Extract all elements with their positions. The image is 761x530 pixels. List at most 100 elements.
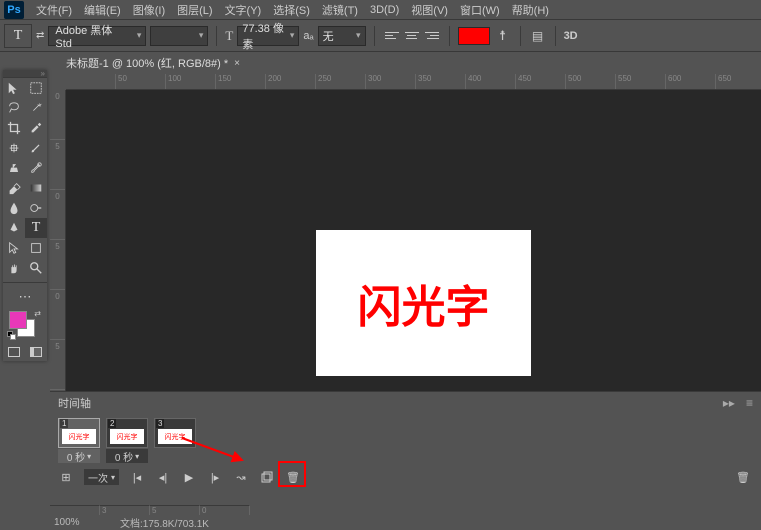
font-size-field[interactable]: 77.38 像素 bbox=[237, 26, 299, 46]
delete-frame-button[interactable]: 🗑 bbox=[285, 469, 301, 485]
panel-trash-icon[interactable]: 🗑 bbox=[735, 469, 751, 485]
swap-colors-icon[interactable]: ⇄ bbox=[34, 309, 41, 318]
loop-select[interactable]: 一次▾ bbox=[84, 469, 119, 485]
divider bbox=[555, 26, 556, 46]
divider bbox=[374, 26, 375, 46]
eraser-tool[interactable] bbox=[3, 178, 25, 198]
path-selection-tool[interactable] bbox=[3, 238, 25, 258]
dodge-tool[interactable] bbox=[25, 198, 47, 218]
divider bbox=[216, 26, 217, 46]
hand-tool[interactable] bbox=[3, 258, 25, 278]
font-family-select[interactable]: Adobe 黑体 Std bbox=[48, 26, 146, 46]
canvas[interactable]: 闪光字 bbox=[316, 230, 531, 376]
text-align-group bbox=[383, 27, 441, 45]
antialias-icon: aₐ bbox=[303, 30, 313, 42]
workspace: 5010015020025030035040045050055060065070… bbox=[50, 74, 761, 391]
quickmask-mode-button[interactable] bbox=[25, 343, 47, 361]
type-tool[interactable]: T bbox=[25, 218, 47, 238]
timeline-frame[interactable]: 3闪光字 bbox=[154, 418, 196, 448]
panel-menu-icon[interactable]: ≡ bbox=[746, 396, 753, 410]
shape-tool[interactable] bbox=[25, 238, 47, 258]
text-color-swatch[interactable] bbox=[458, 27, 490, 45]
next-frame-button[interactable]: |▸ bbox=[207, 469, 223, 485]
eyedropper-tool[interactable] bbox=[25, 118, 47, 138]
menu-filter[interactable]: 滤镜(T) bbox=[316, 0, 364, 20]
frame-thumbnail: 闪光字 bbox=[158, 429, 192, 444]
lasso-tool[interactable] bbox=[3, 98, 25, 118]
status-bar: 100% 文档:175.8K/703.1K bbox=[50, 515, 761, 529]
edit-toolbar-icon[interactable]: ⋯ bbox=[3, 287, 47, 307]
toolbox-collapse-icon[interactable]: » bbox=[3, 70, 47, 78]
pen-tool[interactable] bbox=[3, 218, 25, 238]
timeline-controls: ⊞ 一次▾ |◂ ◂| ▶ |▸ ↝ 🗑 🗑 bbox=[50, 465, 761, 489]
healing-tool[interactable] bbox=[3, 138, 25, 158]
menu-layer[interactable]: 图层(L) bbox=[171, 0, 218, 20]
warp-text-button[interactable]: ☨ bbox=[494, 27, 512, 45]
zoom-level[interactable]: 100% bbox=[50, 517, 108, 528]
frame-number: 3 bbox=[156, 419, 164, 428]
menu-select[interactable]: 选择(S) bbox=[267, 0, 316, 20]
align-center-button[interactable] bbox=[403, 27, 421, 45]
frame-number: 1 bbox=[60, 419, 68, 428]
zoom-tool[interactable] bbox=[25, 258, 47, 278]
menu-type[interactable]: 文字(Y) bbox=[219, 0, 268, 20]
timeline-title-label: 时间轴 bbox=[58, 395, 91, 411]
frames-row: 1闪光字0 秒▾2闪光字0 秒▾3闪光字 bbox=[50, 414, 761, 465]
menu-edit[interactable]: 编辑(E) bbox=[78, 0, 127, 20]
menu-window[interactable]: 窗口(W) bbox=[454, 0, 506, 20]
standard-mode-button[interactable] bbox=[3, 343, 25, 361]
current-tool-indicator[interactable]: T bbox=[4, 24, 32, 48]
antialias-select[interactable]: 无 bbox=[318, 26, 366, 46]
history-brush-tool[interactable] bbox=[25, 158, 47, 178]
convert-timeline-icon[interactable]: ⊞ bbox=[58, 469, 74, 485]
blur-tool[interactable] bbox=[3, 198, 25, 218]
duplicate-frame-button[interactable] bbox=[259, 469, 275, 485]
3d-button[interactable]: 3D bbox=[564, 30, 578, 42]
timeline-frame[interactable]: 1闪光字 bbox=[58, 418, 100, 448]
panel-collapse-icon[interactable]: ▸▸ bbox=[723, 396, 735, 410]
font-style-select[interactable] bbox=[150, 26, 208, 46]
frame-number: 2 bbox=[108, 419, 116, 428]
align-right-button[interactable] bbox=[423, 27, 441, 45]
toolbox: » T ⋯ ⇄ bbox=[3, 70, 47, 361]
prev-frame-button[interactable]: ◂| bbox=[155, 469, 171, 485]
frame-thumbnail: 闪光字 bbox=[110, 429, 144, 444]
brush-tool[interactable] bbox=[25, 138, 47, 158]
menu-view[interactable]: 视图(V) bbox=[405, 0, 454, 20]
document-tab-strip: 未标题-1 @ 100% (红, RGB/8#) * × bbox=[50, 52, 761, 74]
character-panel-button[interactable]: ▤ bbox=[529, 27, 547, 45]
tween-button[interactable]: ↝ bbox=[233, 469, 249, 485]
timeline-frame[interactable]: 2闪光字 bbox=[106, 418, 148, 448]
magic-wand-tool[interactable] bbox=[25, 98, 47, 118]
default-colors-icon[interactable] bbox=[7, 331, 17, 341]
foreground-color[interactable] bbox=[9, 311, 27, 329]
menu-image[interactable]: 图像(I) bbox=[127, 0, 171, 20]
divider bbox=[449, 26, 450, 46]
menu-help[interactable]: 帮助(H) bbox=[506, 0, 555, 20]
gradient-tool[interactable] bbox=[25, 178, 47, 198]
color-picker: ⇄ bbox=[3, 307, 47, 343]
document-tab-title: 未标题-1 @ 100% (红, RGB/8#) * bbox=[66, 55, 228, 71]
menu-3d[interactable]: 3D(D) bbox=[364, 2, 405, 18]
canvas-text-layer[interactable]: 闪光字 bbox=[358, 271, 490, 335]
frame-duration[interactable]: 0 秒▾ bbox=[58, 449, 100, 463]
ruler-horizontal: 5010015020025030035040045050055060065070… bbox=[66, 74, 761, 90]
timeline-header: 时间轴 ▸▸ ≡ bbox=[50, 392, 761, 414]
align-left-button[interactable] bbox=[383, 27, 401, 45]
menu-file[interactable]: 文件(F) bbox=[30, 0, 78, 20]
clone-stamp-tool[interactable] bbox=[3, 158, 25, 178]
frame-duration[interactable]: 0 秒▾ bbox=[106, 449, 148, 463]
canvas-area[interactable]: 闪光字 bbox=[66, 90, 761, 391]
marquee-tool[interactable] bbox=[25, 78, 47, 98]
crop-tool[interactable] bbox=[3, 118, 25, 138]
first-frame-button[interactable]: |◂ bbox=[129, 469, 145, 485]
timeline-panel: 时间轴 ▸▸ ≡ 1闪光字0 秒▾2闪光字0 秒▾3闪光字 ⊞ 一次▾ |◂ ◂… bbox=[50, 391, 761, 509]
document-tab[interactable]: 未标题-1 @ 100% (红, RGB/8#) * × bbox=[58, 52, 248, 74]
divider bbox=[520, 26, 521, 46]
document-info[interactable]: 文档:175.8K/703.1K bbox=[108, 515, 209, 530]
play-button[interactable]: ▶ bbox=[181, 469, 197, 485]
close-tab-icon[interactable]: × bbox=[234, 58, 240, 69]
move-tool[interactable] bbox=[3, 78, 25, 98]
options-bar: T ⇄ Adobe 黑体 Std T 77.38 像素 aₐ 无 ☨ ▤ 3D bbox=[0, 20, 761, 52]
toggle-orientation-icon[interactable]: ⇄ bbox=[36, 30, 44, 41]
